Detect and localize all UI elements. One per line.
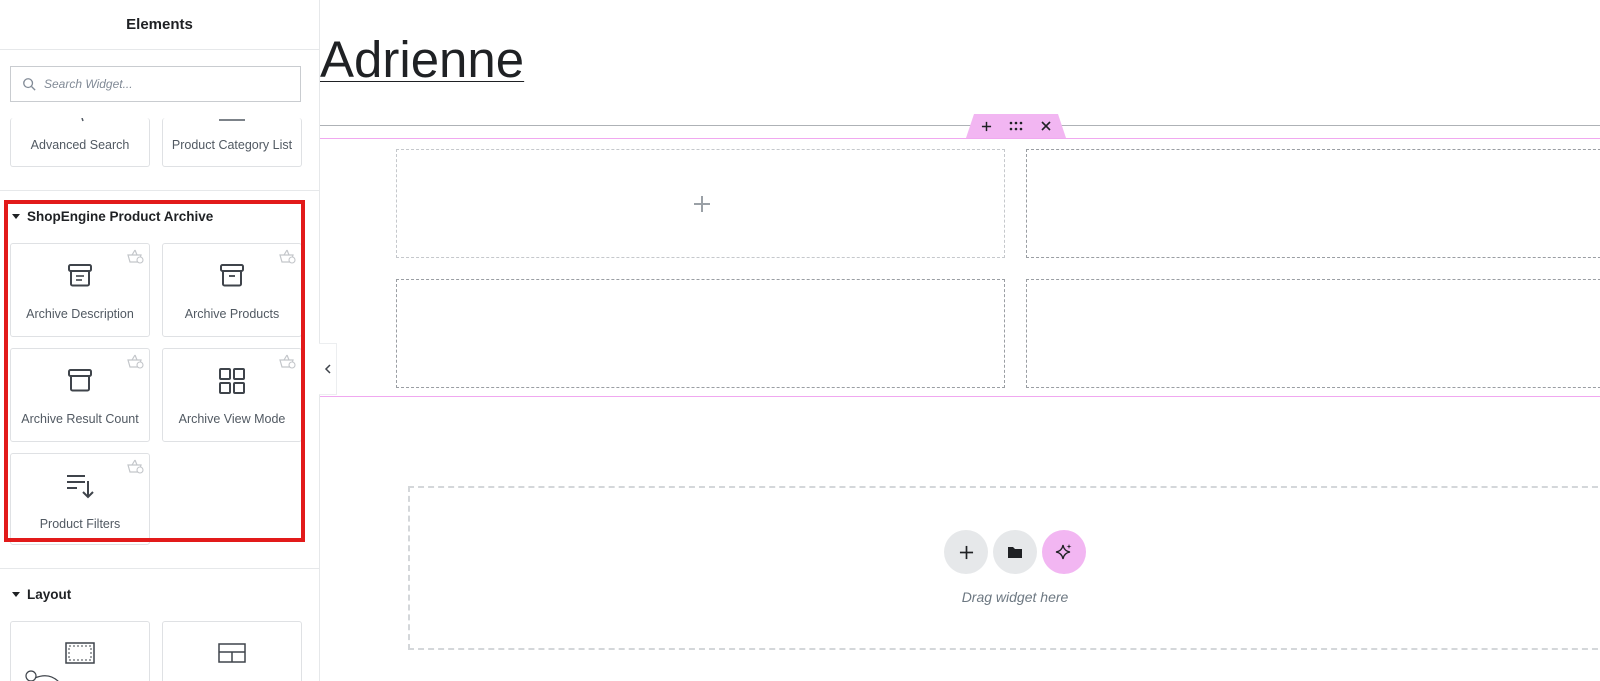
sparkle-icon [1055,544,1072,560]
widget-label: Archive Description [26,307,134,321]
widget-layout-container[interactable] [10,621,150,681]
widget-archive-view-mode[interactable]: Archive View Mode [162,348,302,442]
panel-title: Elements [0,0,319,50]
section-handle [966,114,1066,138]
pro-basket-icon [279,249,296,264]
close-icon [1041,121,1051,131]
widget-label: Archive Products [184,307,280,321]
category-divider [0,190,319,191]
archive-box-icon [68,369,92,392]
widget-layout-grid[interactable] [162,621,302,681]
pro-basket-icon [127,249,144,264]
drag-dots-icon [1009,121,1023,131]
search-input[interactable] [44,77,284,91]
caret-down-icon [12,214,20,219]
search-widget-box[interactable] [10,66,301,102]
empty-container-cell[interactable] [396,149,1005,258]
drag-hand-icon [25,670,59,681]
category-title: ShopEngine Product Archive [27,209,214,224]
widget-label: Archive Result Count [21,412,139,426]
advanced-search-icon [81,118,84,122]
archive-box-icon [220,264,244,287]
drag-section-button[interactable] [1006,116,1026,136]
archive-box-icon [68,264,92,287]
folder-icon [1008,547,1022,558]
widget-label: Product Filters [39,517,121,531]
widget-archive-description[interactable]: Archive Description [10,243,150,337]
widget-label: Advanced Search [30,138,130,152]
plus-icon [959,545,973,559]
add-section-button[interactable] [976,116,996,136]
container-icon [65,642,95,664]
elements-panel: Elements Advanced Search Product Categor… [0,0,320,681]
category-toggle-layout[interactable]: Layout [12,587,71,602]
empty-container-cell[interactable] [1026,149,1600,258]
add-new-container-button[interactable] [944,530,988,574]
widget-label: Archive View Mode [178,412,286,426]
category-divider [0,568,319,569]
empty-container-cell[interactable] [396,279,1005,388]
pro-basket-icon [279,354,296,369]
widget-archive-products[interactable]: Archive Products [162,243,302,337]
widget-archive-result-count[interactable]: Archive Result Count [10,348,150,442]
caret-down-icon [12,592,20,597]
pro-basket-icon [127,459,144,474]
grid-table-icon [218,643,246,663]
divider-line [320,125,1600,126]
sort-list-icon [67,475,94,499]
category-toggle-shopengine-archive[interactable]: ShopEngine Product Archive [12,209,213,224]
widget-product-category-list[interactable]: Product Category List [162,118,302,167]
widget-product-filters[interactable]: Product Filters [10,453,150,545]
empty-container-cell[interactable] [1026,279,1600,388]
add-template-button[interactable] [993,530,1037,574]
page-title[interactable]: Adrienne [320,30,524,89]
category-list-icon [219,119,245,121]
grid-four-icon [219,368,245,394]
ai-generate-button[interactable] [1042,530,1086,574]
pro-basket-icon [127,354,144,369]
search-icon [23,78,36,91]
widget-label: Product Category List [171,138,293,152]
delete-section-button[interactable] [1036,116,1056,136]
drop-zone-hint: Drag widget here [961,589,1069,605]
category-title: Layout [27,587,72,602]
plus-icon[interactable] [693,195,711,213]
plus-icon [981,121,991,131]
widget-advanced-search[interactable]: Advanced Search [10,118,150,167]
